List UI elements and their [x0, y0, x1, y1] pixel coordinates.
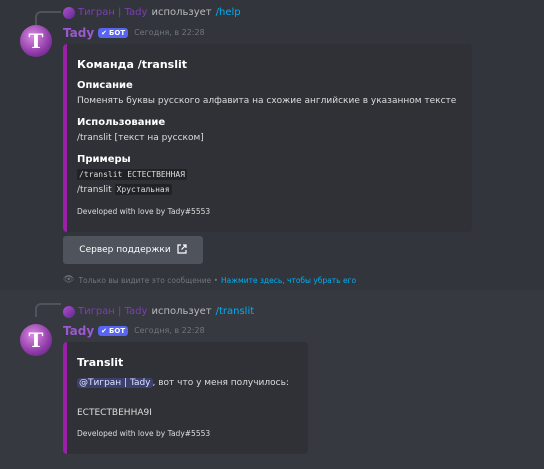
author-name[interactable]: Tady	[63, 26, 94, 40]
field-value-description: Поменять буквы русского алфавита на схож…	[77, 96, 457, 106]
embed-title: Translit	[77, 356, 124, 369]
message-header: Tady ✔ БОТ Сегодня, в 22:28	[63, 25, 205, 40]
avatar[interactable]: T	[20, 25, 52, 57]
support-server-button[interactable]: Сервер поддержки	[63, 236, 203, 264]
embed: Команда /translit Описание Поменять букв…	[63, 44, 472, 232]
embed-footer: Developed with love by Tady#5553	[77, 429, 211, 438]
timestamp[interactable]: Сегодня, в 22:28	[134, 326, 205, 335]
reply-username[interactable]: Тигран | Tady	[78, 305, 147, 319]
reply-command[interactable]: /help	[216, 6, 241, 20]
timestamp[interactable]: Сегодня, в 22:28	[134, 28, 205, 37]
avatar[interactable]: T	[20, 324, 52, 356]
reply-connector	[35, 303, 61, 317]
embed: Translit @Тигран | Tady, вот что у меня …	[63, 342, 308, 454]
embed-description: @Тигран | Tady, вот что у меня получилос…	[77, 378, 289, 388]
message-help: Тигран | Tady использует /help T Tady ✔ Б…	[0, 0, 544, 290]
description-text: , вот что у меня получилось:	[152, 378, 289, 388]
support-server-label: Сервер поддержки	[79, 245, 171, 255]
dismiss-link[interactable]: Нажмите здесь, чтобы убрать его	[221, 276, 356, 285]
bot-badge-label: БОТ	[109, 326, 126, 335]
translit-result: ЕCTECTBEHHA9I	[77, 408, 152, 418]
reply-text: использует	[151, 306, 212, 317]
example-code: Хрустальная	[114, 184, 172, 195]
ephemeral-notice: 👁 Только вы видите это сообщение • Нажми…	[63, 274, 356, 286]
reply-username[interactable]: Тигран | Tady	[78, 6, 147, 20]
reply-avatar	[63, 7, 75, 19]
embed-footer: Developed with love by Tady#5553	[77, 207, 211, 216]
bot-badge: ✔ БОТ	[98, 27, 129, 38]
example-cmd: /translit	[77, 185, 112, 195]
reply-reference[interactable]: Тигран | Tady использует /translit	[63, 305, 254, 319]
author-name[interactable]: Tady	[63, 324, 94, 338]
reply-avatar	[63, 306, 75, 318]
bot-badge: ✔ БОТ	[98, 325, 129, 336]
check-icon: ✔	[101, 28, 108, 37]
field-name-examples: Примеры	[77, 154, 131, 165]
eye-icon: 👁	[63, 275, 75, 285]
field-name-description: Описание	[77, 80, 133, 91]
user-mention[interactable]: @Тигран | Tady	[77, 378, 153, 388]
example-line: /translit ЕСТЕСТВЕННАЯ	[77, 169, 187, 180]
embed-title: Команда /translit	[77, 58, 187, 71]
example-line: /translit Хрустальная	[77, 184, 172, 195]
field-value-usage: /translit [текст на русском]	[77, 133, 204, 143]
reply-command[interactable]: /translit	[216, 305, 255, 319]
reply-reference[interactable]: Тигран | Tady использует /help	[63, 6, 241, 20]
message-header: Tady ✔ БОТ Сегодня, в 22:28	[63, 323, 205, 338]
check-icon: ✔	[101, 326, 108, 335]
reply-connector	[35, 11, 61, 25]
bot-badge-label: БОТ	[109, 28, 126, 37]
reply-text: использует	[151, 7, 212, 18]
external-link-icon	[177, 243, 187, 257]
ephemeral-text: Только вы видите это сообщение •	[78, 275, 219, 285]
field-name-usage: Использование	[77, 117, 166, 128]
example-code: /translit ЕСТЕСТВЕННАЯ	[77, 169, 187, 180]
